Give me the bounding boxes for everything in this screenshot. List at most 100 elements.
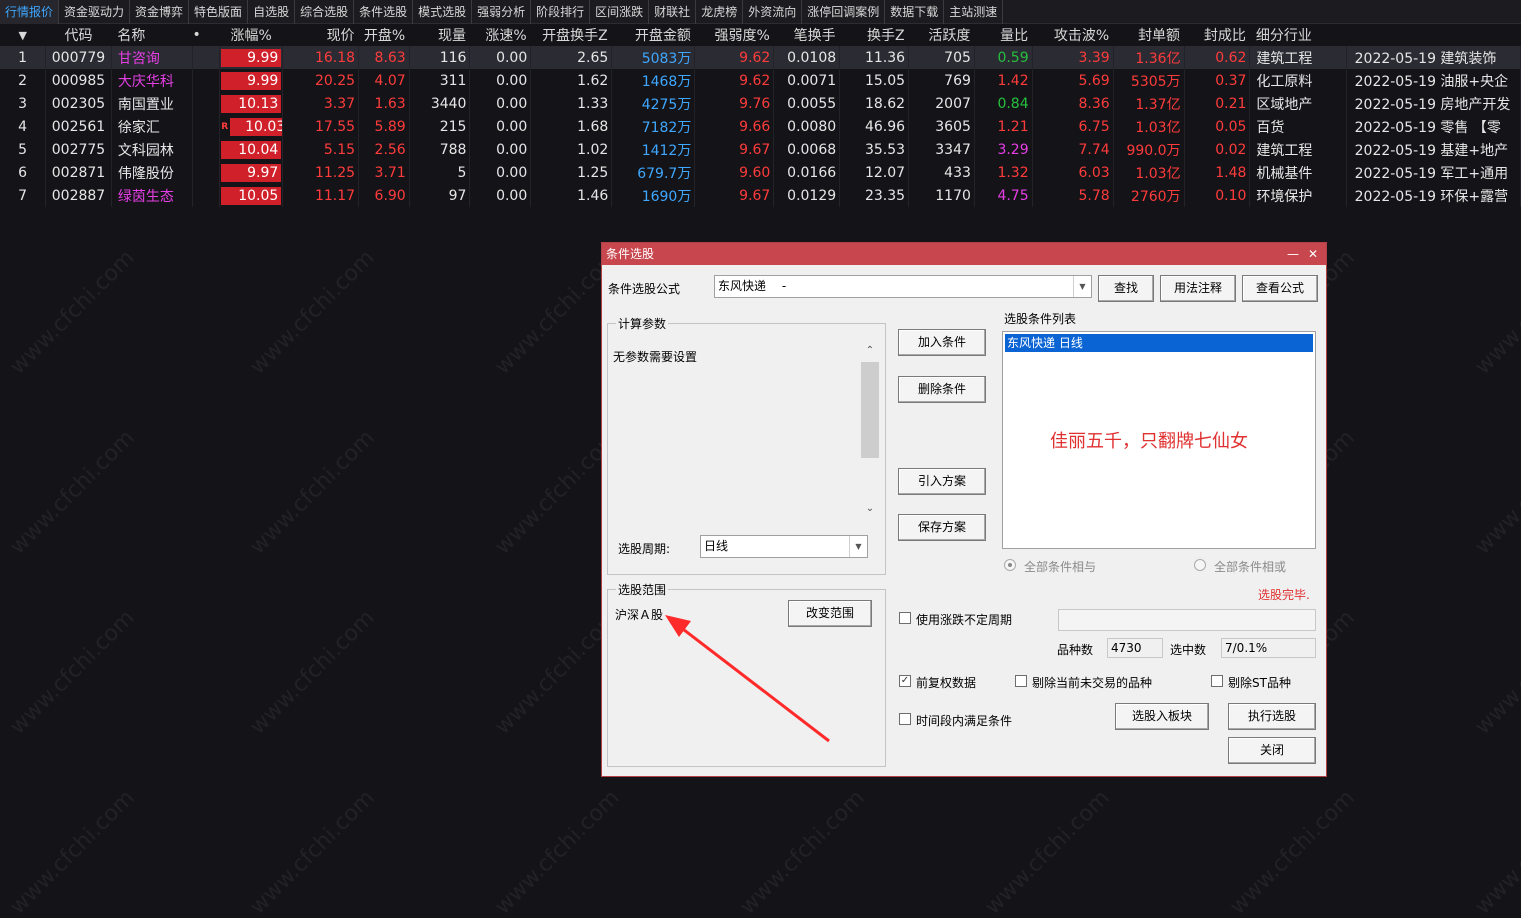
view-formula-button[interactable]: 查看公式 — [1242, 275, 1318, 302]
tab-item[interactable]: 综合选股 — [295, 0, 355, 24]
exclude-untraded-checkbox[interactable] — [1015, 675, 1027, 687]
note: 2022-05-19 环保+露营 — [1346, 184, 1521, 207]
tab-item[interactable]: 自选股 — [248, 0, 296, 24]
col-header[interactable]: 细分行业 — [1249, 24, 1347, 46]
per-trade-turnover: 0.0129 — [773, 184, 841, 207]
scroll-thumb[interactable] — [861, 362, 879, 458]
col-header[interactable]: 攻击波% — [1032, 24, 1114, 46]
col-header[interactable]: 现价 — [282, 24, 359, 46]
open-pct: 8.63 — [358, 46, 410, 69]
find-button[interactable]: 查找 — [1098, 275, 1154, 302]
use-period-checkbox[interactable] — [899, 612, 911, 624]
tab-item[interactable]: 强弱分析 — [472, 0, 532, 24]
save-plan-button[interactable]: 保存方案 — [898, 514, 986, 541]
col-header[interactable]: 封单额 — [1113, 24, 1185, 46]
tab-item[interactable]: 模式选股 — [413, 0, 473, 24]
speed-pct: 0.00 — [469, 138, 532, 161]
chevron-down-icon[interactable]: ▼ — [1073, 276, 1091, 297]
time-cond-label: 时间段内满足条件 — [916, 714, 1013, 728]
add-condition-button[interactable]: 加入条件 — [898, 329, 986, 356]
per-trade-turnover: 0.0080 — [773, 115, 841, 138]
col-header[interactable]: 开盘金额 — [611, 24, 695, 46]
stock-code: 002871 — [45, 161, 112, 184]
sort-arrow-icon[interactable]: ▼ — [0, 24, 46, 46]
tab-item[interactable]: 外资流向 — [743, 0, 803, 24]
table-row[interactable]: 1 000779 甘咨询 9.99 16.18 8.63 116 0.00 2.65 5083万 9… — [0, 46, 1521, 69]
watermark-text: www.cfchi.com — [1470, 425, 1521, 560]
col-header[interactable]: 封成比 — [1184, 24, 1250, 46]
to-block-button[interactable]: 选股入板块 — [1115, 703, 1209, 730]
close-icon[interactable]: ✕ — [1306, 243, 1320, 265]
tab-item[interactable]: 资金驱动力 — [59, 0, 131, 24]
open-pct: 6.90 — [358, 184, 410, 207]
stock-name: 绿茵生态 — [111, 184, 193, 207]
col-header[interactable]: 笔换手 — [773, 24, 840, 46]
tab-item[interactable]: 区间涨跌 — [590, 0, 650, 24]
condition-list-item[interactable]: 东风快递 日线 — [1005, 334, 1313, 352]
tab-item[interactable]: 行情报价 — [0, 0, 60, 24]
all-or-radio[interactable] — [1194, 559, 1206, 571]
tab-item[interactable]: 资金博弈 — [130, 0, 190, 24]
col-header[interactable]: 涨速% — [469, 24, 531, 46]
exclude-st-checkbox[interactable] — [1211, 675, 1223, 687]
col-header[interactable]: 现量 — [409, 24, 470, 46]
watermark-text: www.cfchi.com — [5, 245, 140, 380]
period-select[interactable]: 日线 ▼ — [700, 535, 868, 558]
table-row[interactable]: 2 000985 大庆华科 9.99 20.25 4.07 311 0.00 1.62 1468万… — [0, 69, 1521, 92]
scroll-up-icon[interactable]: ⌃ — [860, 342, 880, 360]
table-row[interactable]: 7 002887 绿茵生态 10.05 11.17 6.90 97 0.00 1.46 1690万… — [0, 184, 1521, 207]
minimize-icon[interactable]: — — [1286, 243, 1300, 265]
table-row[interactable]: 6 002871 伟隆股份 9.97 11.25 3.71 5 0.00 1.25 679.7万 9… — [0, 161, 1521, 184]
tab-item[interactable]: 涨停回调案例 — [802, 0, 886, 24]
condition-list[interactable]: 东风快递 日线 佳丽五千，只翻牌七仙女 — [1002, 331, 1316, 549]
tab-item[interactable]: 龙虎榜 — [696, 0, 744, 24]
close-button[interactable]: 关闭 — [1228, 737, 1316, 764]
activity: 3605 — [908, 115, 975, 138]
col-header[interactable]: 强弱度% — [694, 24, 774, 46]
tab-item[interactable]: 财联社 — [649, 0, 697, 24]
col-header[interactable]: 开盘% — [358, 24, 410, 46]
chevron-down-icon[interactable]: ▼ — [849, 536, 867, 557]
params-scrollbar[interactable]: ⌃ ⌄ — [860, 342, 880, 518]
formula-select[interactable]: 东风快递 - ▼ — [714, 275, 1092, 298]
tab-item[interactable]: 条件选股 — [354, 0, 414, 24]
usage-notes-button[interactable]: 用法注释 — [1160, 275, 1236, 302]
time-cond-checkbox[interactable] — [899, 713, 911, 725]
col-header-blank — [1346, 24, 1521, 46]
change-pct: 10.05 — [219, 184, 284, 207]
open-turnover: 1.33 — [530, 92, 613, 115]
open-pct: 1.63 — [358, 92, 410, 115]
dialog-titlebar[interactable]: 条件选股 — ✕ — [602, 243, 1326, 265]
attack-wave: 8.36 — [1032, 92, 1114, 115]
price: 11.25 — [282, 161, 360, 184]
period-range-field[interactable] — [1058, 609, 1316, 631]
col-header[interactable]: 量比 — [974, 24, 1033, 46]
watermark-text: www.cfchi.com — [980, 785, 1115, 918]
seal-ratio: 0.62 — [1184, 46, 1251, 69]
forward-adj-checkbox[interactable]: ✓ — [899, 675, 911, 687]
col-header[interactable]: 开盘换手Z — [530, 24, 612, 46]
table-row[interactable]: 3 002305 南国置业 10.13 3.37 1.63 3440 0.00 1.33 4275… — [0, 92, 1521, 115]
col-header[interactable]: 换手Z — [839, 24, 909, 46]
tab-item[interactable]: 数据下载 — [885, 0, 945, 24]
col-header[interactable]: 涨幅% — [219, 24, 283, 46]
table-row[interactable]: 4 002561 徐家汇 R 10.03 17.55 5.89 215 0.00 1.68 7182… — [0, 115, 1521, 138]
tab-item[interactable]: 阶段排行 — [531, 0, 591, 24]
col-header[interactable]: 名称 — [111, 24, 193, 46]
activity: 1170 — [908, 184, 975, 207]
table-row[interactable]: 5 002775 文科园林 10.04 5.15 2.56 788 0.00 1.02 1412万… — [0, 138, 1521, 161]
seal-amount: 1.37亿 — [1113, 92, 1185, 115]
col-header[interactable]: 活跃度 — [908, 24, 975, 46]
count-label: 品种数 — [1057, 643, 1094, 657]
tab-item[interactable]: 特色版面 — [189, 0, 249, 24]
col-header[interactable]: • — [192, 24, 220, 46]
all-and-radio[interactable] — [1004, 559, 1016, 571]
price: 5.15 — [282, 138, 360, 161]
run-selection-button[interactable]: 执行选股 — [1228, 703, 1316, 730]
col-header[interactable]: 代码 — [45, 24, 112, 46]
note: 2022-05-19 房地产开发 — [1346, 92, 1521, 115]
import-plan-button[interactable]: 引入方案 — [898, 468, 986, 495]
scroll-down-icon[interactable]: ⌄ — [860, 500, 880, 518]
delete-condition-button[interactable]: 删除条件 — [898, 376, 986, 403]
tab-item[interactable]: 主站测速 — [944, 0, 1004, 24]
